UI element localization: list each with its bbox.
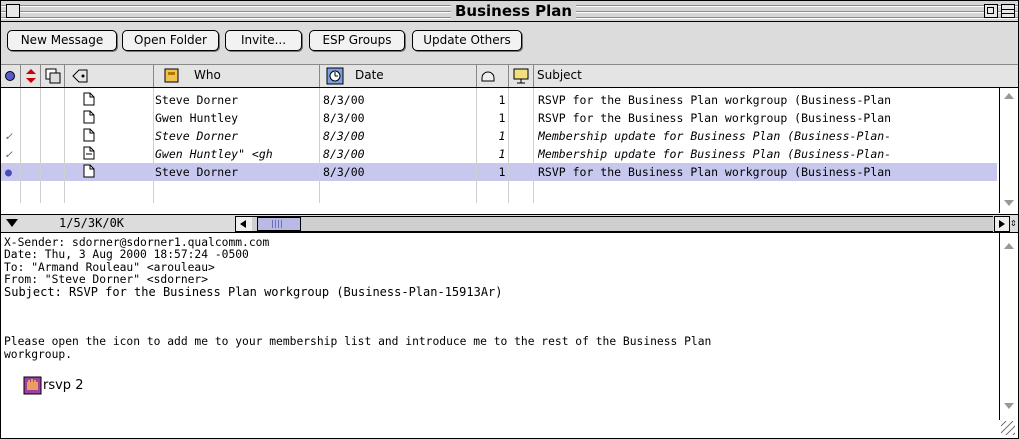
row-size: 1: [498, 93, 506, 107]
column-date-label: Date: [355, 68, 384, 82]
scroll-up-arrow-icon[interactable]: [1004, 243, 1014, 249]
invite-button[interactable]: Invite...: [225, 30, 302, 51]
column-subject-label: Subject: [537, 68, 582, 82]
close-box[interactable]: [6, 4, 20, 18]
row-who: Steve Dorner: [155, 129, 239, 143]
status-dot-icon: [5, 71, 15, 81]
message-row[interactable]: ✓ Steve Dorner 8/3/00 1 Membership updat…: [1, 127, 997, 145]
column-header: Who Date Subject: [1, 65, 1018, 88]
column-attachment[interactable]: [41, 65, 65, 87]
row-subject: Membership update for Business Plan (Bus…: [538, 147, 892, 161]
horizontal-scroll-track[interactable]: [252, 216, 993, 232]
message-count: 1/5/3K/0K: [59, 216, 125, 230]
row-subject: RSVP for the Business Plan workgroup (Bu…: [538, 93, 892, 107]
body-line: workgroup.: [4, 348, 73, 361]
column-divider: [508, 88, 509, 203]
row-who: Gwen Huntley: [155, 111, 239, 125]
row-status-check-icon: ✓: [5, 129, 12, 143]
column-divider: [476, 88, 477, 203]
document-icon: [83, 164, 95, 178]
row-status-unread-icon: ●: [5, 165, 12, 179]
column-divider: [64, 88, 65, 203]
row-date: 8/3/00: [323, 93, 365, 107]
attachment-column-icon: [45, 68, 61, 84]
esp-groups-button[interactable]: ESP Groups: [309, 30, 405, 51]
size-disk-icon: [481, 71, 495, 82]
attachment-label[interactable]: rsvp 2: [43, 378, 83, 393]
server-status-icon: [513, 68, 529, 84]
column-server[interactable]: [509, 65, 534, 87]
new-message-button[interactable]: New Message: [7, 30, 117, 51]
update-others-button[interactable]: Update Others: [412, 30, 522, 51]
message-row-selected[interactable]: ● Steve Dorner 8/3/00 1 RSVP for the Bus…: [1, 163, 997, 181]
column-priority[interactable]: [21, 65, 41, 87]
scroll-left-arrow-icon[interactable]: [235, 216, 253, 232]
column-divider: [153, 88, 154, 203]
row-size: 1: [498, 129, 506, 143]
message-row[interactable]: ✓ Gwen Huntley" <gh 8/3/00 1 Membership …: [1, 145, 997, 163]
row-subject: Membership update for Business Plan (Bus…: [538, 129, 892, 143]
zoom-box[interactable]: [984, 4, 998, 18]
priority-arrows-icon: [26, 69, 36, 83]
disclosure-triangle-icon[interactable]: [6, 219, 18, 227]
body-line: Please open the icon to add me to your m…: [4, 335, 712, 348]
horizontal-scroll-thumb[interactable]: [257, 217, 301, 231]
column-label[interactable]: [65, 65, 154, 87]
pane-splitter-icon[interactable]: ⇕: [1010, 217, 1017, 229]
column-date[interactable]: Date: [320, 65, 477, 87]
message-scrollbar[interactable]: [999, 233, 1017, 420]
row-status-check-icon: ✓: [5, 147, 12, 161]
row-size: 1: [498, 111, 506, 125]
header-date: Date: Thu, 3 Aug 2000 18:57:24 -0500: [4, 248, 249, 261]
scroll-down-arrow-icon[interactable]: [1004, 200, 1014, 206]
document-icon: [83, 110, 95, 124]
window-title: Business Plan: [451, 2, 577, 20]
row-date: 8/3/00: [323, 165, 365, 179]
row-who: Steve Dorner: [155, 93, 239, 107]
row-size: 1: [498, 165, 506, 179]
rsvp-attachment-icon[interactable]: [23, 376, 43, 396]
toolbar: New Message Open Folder Invite... ESP Gr…: [1, 22, 1018, 65]
date-clock-icon: [326, 67, 344, 85]
column-divider: [319, 88, 320, 203]
message-list: Steve Dorner 8/3/00 1 RSVP for the Busin…: [1, 88, 997, 203]
who-icon: [164, 68, 179, 83]
row-subject: RSVP for the Business Plan workgroup (Bu…: [538, 111, 892, 125]
document-icon: [83, 92, 95, 106]
row-date: 8/3/00: [323, 111, 365, 125]
column-divider: [533, 88, 534, 203]
row-who: Gwen Huntley" <gh: [155, 147, 273, 161]
row-date: 8/3/00: [323, 129, 365, 143]
document-icon: [83, 146, 95, 160]
column-size[interactable]: [477, 65, 509, 87]
column-divider: [20, 88, 21, 203]
row-size: 1: [498, 147, 506, 161]
scroll-right-arrow-icon[interactable]: [994, 216, 1010, 232]
scroll-up-arrow-icon[interactable]: [1004, 93, 1014, 99]
row-subject: RSVP for the Business Plan workgroup (Bu…: [538, 165, 892, 179]
title-bar[interactable]: Business Plan: [1, 1, 1018, 22]
column-who-label: Who: [194, 68, 221, 82]
message-row[interactable]: Gwen Huntley 8/3/00 1 RSVP for the Busin…: [1, 109, 997, 127]
column-divider: [40, 88, 41, 203]
collapse-box[interactable]: [1001, 4, 1015, 18]
list-scrollbar[interactable]: [999, 88, 1017, 213]
column-subject[interactable]: Subject: [534, 65, 1018, 87]
column-who[interactable]: Who: [154, 65, 320, 87]
mail-window: Business Plan New Message Open Folder In…: [0, 0, 1019, 439]
row-date: 8/3/00: [323, 147, 365, 161]
message-row[interactable]: Steve Dorner 8/3/00 1 RSVP for the Busin…: [1, 91, 997, 109]
label-tag-icon: [72, 69, 88, 83]
row-who: Steve Dorner: [155, 165, 239, 179]
status-bar: 1/5/3K/0K ⇕: [1, 214, 1018, 233]
document-icon: [83, 128, 95, 142]
header-subject: Subject: RSVP for the Business Plan work…: [4, 285, 503, 299]
message-preview[interactable]: X-Sender: sdorner@sdorner1.qualcomm.com …: [1, 233, 997, 438]
resize-grip-icon[interactable]: [1001, 421, 1015, 435]
column-status[interactable]: [1, 65, 21, 87]
open-folder-button[interactable]: Open Folder: [122, 30, 219, 51]
scroll-down-arrow-icon[interactable]: [1004, 403, 1014, 409]
